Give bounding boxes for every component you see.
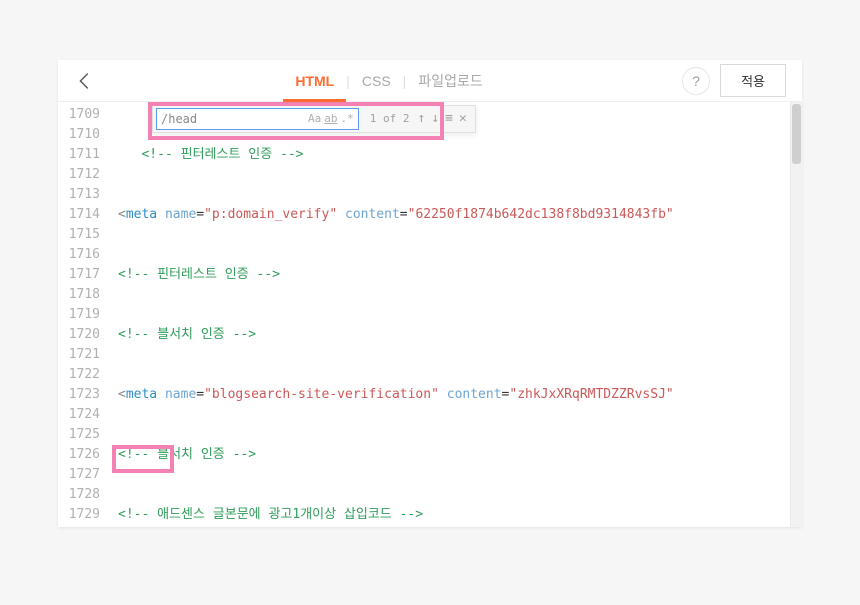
line-number: 1728 xyxy=(58,485,100,505)
code-editor[interactable]: 1709 1710 1711 1712 1713 1714 1715 1716 … xyxy=(58,102,802,527)
apply-button[interactable]: 적용 xyxy=(720,64,786,97)
tab-upload[interactable]: 파일업로드 xyxy=(406,60,494,102)
find-nav: ↑ ↓ ≡ ✕ xyxy=(418,109,467,129)
find-match-case-icon[interactable]: Aa xyxy=(308,109,321,129)
line-number: 1713 xyxy=(58,185,100,205)
line-number: 1714 xyxy=(58,205,100,225)
find-toolbar: Aa ab .* 1 of 2 ↑ ↓ ≡ ✕ xyxy=(152,105,476,133)
find-close-icon[interactable]: ✕ xyxy=(459,109,467,129)
line-number-gutter: 1709 1710 1711 1712 1713 1714 1715 1716 … xyxy=(58,102,110,527)
line-number: 1729 xyxy=(58,505,100,525)
line-number: 1711 xyxy=(58,145,100,165)
line-number: 1719 xyxy=(58,305,100,325)
line-number: 1724 xyxy=(58,405,100,425)
code-line: <meta name="p:domain_verify" content="62… xyxy=(118,205,802,225)
line-number: 1712 xyxy=(58,165,100,185)
line-number: 1722 xyxy=(58,365,100,385)
code-line: <!-- 블서치 인증 --> xyxy=(118,445,802,465)
line-number: 1717 xyxy=(58,265,100,285)
code-line: <meta name="blogsearch-site-verification… xyxy=(118,385,802,405)
code-line: <!-- 핀터레스트 인증 --> xyxy=(118,145,802,165)
scrollbar-thumb[interactable] xyxy=(792,104,801,164)
find-regex-icon[interactable]: .* xyxy=(341,109,354,129)
find-selection-icon[interactable]: ≡ xyxy=(445,109,453,129)
tabs: HTML | CSS | 파일업로드 xyxy=(96,60,682,102)
line-number: 1709 xyxy=(58,105,100,125)
find-input-wrap: Aa ab .* xyxy=(156,108,359,130)
code-line: <!-- 블서치 인증 --> xyxy=(118,325,802,345)
code-area[interactable]: <!-- 핀터레스트 인증 --> <meta name="p:domain_v… xyxy=(110,102,802,527)
line-number: 1715 xyxy=(58,225,100,245)
line-number: 1721 xyxy=(58,345,100,365)
find-prev-icon[interactable]: ↑ xyxy=(418,109,426,129)
line-number: 1716 xyxy=(58,245,100,265)
tab-css[interactable]: CSS xyxy=(350,60,403,102)
line-number: 1727 xyxy=(58,465,100,485)
topbar: HTML | CSS | 파일업로드 ? 적용 xyxy=(58,60,802,102)
back-arrow-icon[interactable] xyxy=(74,70,96,92)
find-next-icon[interactable]: ↓ xyxy=(431,109,439,129)
line-number: 1726 xyxy=(58,445,100,465)
find-result-count: 1 of 2 xyxy=(370,109,410,129)
line-number: 1730 xyxy=(58,525,100,527)
scrollbar[interactable] xyxy=(790,102,802,527)
line-number: 1710 xyxy=(58,125,100,145)
code-line: <!-- 핀터레스트 인증 --> xyxy=(118,265,802,285)
editor-panel: HTML | CSS | 파일업로드 ? 적용 1709 1710 1711 1… xyxy=(58,60,802,527)
code-line: <!-- 애드센스 글본문에 광고1개이상 삽입코드 --> xyxy=(118,505,802,525)
line-number: 1720 xyxy=(58,325,100,345)
find-whole-word-icon[interactable]: ab xyxy=(324,109,337,129)
line-number: 1723 xyxy=(58,385,100,405)
help-button[interactable]: ? xyxy=(682,67,710,95)
find-input[interactable] xyxy=(161,112,305,126)
tab-html[interactable]: HTML xyxy=(283,60,346,102)
line-number: 1725 xyxy=(58,425,100,445)
line-number: 1718 xyxy=(58,285,100,305)
